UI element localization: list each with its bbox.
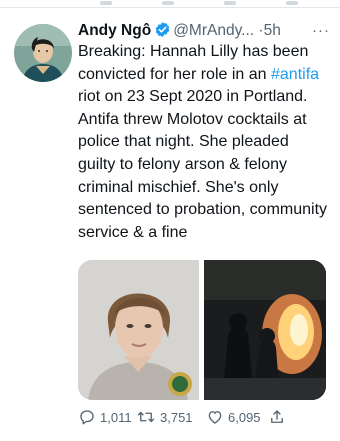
like-count: 6,095 [228, 409, 261, 425]
more-icon[interactable]: ··· [312, 20, 330, 42]
retweet-icon [137, 411, 155, 423]
tweet-text: Breaking: Hannah Lilly has been convicte… [78, 41, 330, 244]
tweet-header: Andy Ngô @MrAndy... ·5h ··· [78, 20, 330, 42]
reply-icon [80, 410, 94, 425]
like-button[interactable]: 6,095 [206, 406, 261, 428]
reply-count: 1,011 [100, 409, 132, 425]
reply-button[interactable]: 1,011 [78, 406, 132, 428]
verified-badge-icon [154, 21, 171, 38]
tweet-actions: 1,011 3,751 6,095 [78, 406, 330, 428]
share-icon [271, 410, 283, 423]
hashtag-link[interactable]: #antifa [271, 66, 319, 83]
retweet-count: 3,751 [160, 409, 193, 425]
previous-tweet-actions-cropped [100, 0, 320, 6]
share-button[interactable] [268, 406, 290, 428]
tweet-text-part: riot on 23 Sept 2020 in Portland. Antifa… [78, 88, 328, 241]
tweet-media[interactable] [78, 260, 326, 400]
avatar[interactable] [14, 24, 72, 82]
retweet-button[interactable]: 3,751 [136, 406, 193, 428]
tweet-content: Andy Ngô @MrAndy... ·5h ··· Breaking: Han… [78, 20, 330, 244]
like-icon [208, 411, 222, 424]
handle[interactable]: @MrAndy... [173, 22, 254, 39]
riot-photo[interactable] [204, 260, 326, 400]
timestamp[interactable]: 5h [264, 22, 281, 39]
display-name[interactable]: Andy Ngô [78, 22, 151, 39]
mugshot-photo[interactable] [78, 260, 199, 400]
